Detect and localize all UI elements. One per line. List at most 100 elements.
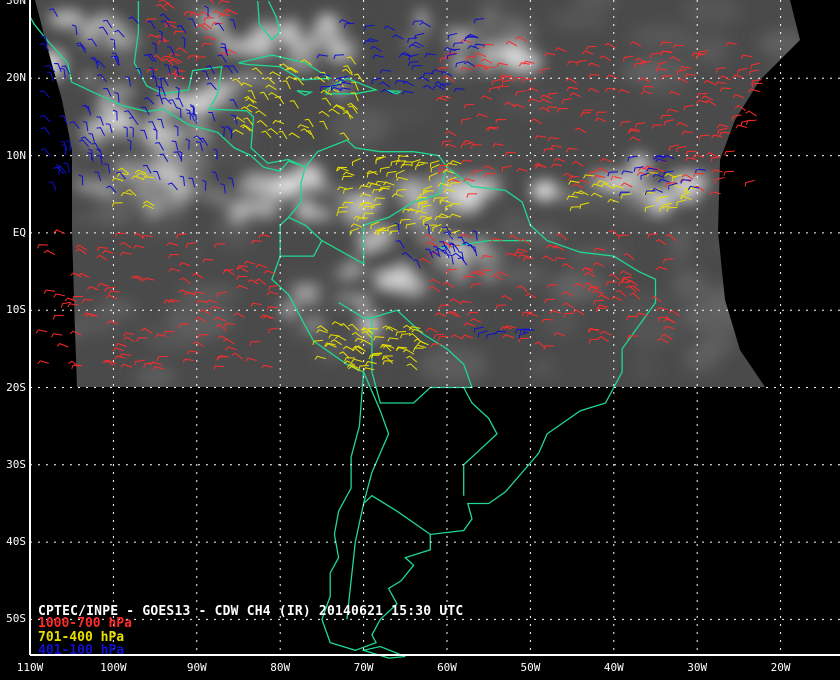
cloud bbox=[82, 72, 96, 85]
cloud bbox=[703, 284, 750, 314]
latitude-label: 50S bbox=[6, 612, 26, 626]
satellite-image bbox=[35, 0, 800, 387]
wind-barb bbox=[723, 170, 735, 176]
cloud bbox=[453, 129, 519, 162]
longitude-label: 70W bbox=[353, 661, 374, 674]
cloud bbox=[158, 140, 173, 163]
cloud bbox=[531, 360, 554, 377]
cloud bbox=[467, 14, 534, 49]
wind-barb bbox=[61, 301, 72, 308]
wind-barb bbox=[40, 127, 51, 136]
cloud bbox=[317, 14, 338, 26]
cloud bbox=[293, 34, 318, 53]
legend-low-level: 1000-700 hPa bbox=[38, 616, 132, 631]
cloud bbox=[107, 115, 132, 128]
latitude-label: 20N bbox=[6, 71, 26, 85]
cloud bbox=[503, 49, 542, 75]
cloud bbox=[103, 0, 153, 28]
wind-barb bbox=[745, 110, 757, 117]
wind-barb bbox=[724, 150, 735, 156]
latitude-label: 30S bbox=[6, 457, 26, 471]
coastline bbox=[463, 387, 498, 496]
latitude-label: 40S bbox=[6, 535, 26, 549]
wind-barb bbox=[37, 360, 49, 365]
cloud bbox=[415, 8, 428, 33]
cloud bbox=[331, 107, 390, 146]
cloud bbox=[357, 216, 378, 240]
cloud bbox=[542, 305, 579, 337]
cloud bbox=[671, 269, 708, 302]
longitude-label: 100W bbox=[100, 661, 127, 674]
cloud bbox=[35, 274, 61, 293]
satellite-wind-map bbox=[29, 0, 840, 659]
longitude-label: 60W bbox=[437, 661, 457, 674]
wind-barb bbox=[735, 124, 747, 129]
cloud bbox=[112, 138, 158, 172]
wind-barb bbox=[46, 71, 54, 82]
wind-barb bbox=[53, 293, 65, 298]
cloud bbox=[496, 211, 531, 249]
cloud bbox=[396, 120, 436, 155]
cloud bbox=[698, 32, 731, 67]
cloud bbox=[35, 118, 70, 145]
cloud bbox=[84, 316, 120, 336]
latitude-label: 10N bbox=[6, 148, 26, 162]
cloud bbox=[290, 288, 321, 299]
wind-barb bbox=[43, 289, 56, 294]
cloud bbox=[242, 163, 298, 182]
cloud bbox=[703, 162, 760, 189]
cloud bbox=[353, 248, 405, 273]
longitude-label: 90W bbox=[186, 661, 207, 674]
cloud bbox=[758, 29, 800, 58]
cloud bbox=[91, 24, 113, 53]
coastline bbox=[363, 494, 431, 535]
latitude-label: 10S bbox=[6, 303, 26, 317]
cloud bbox=[60, 140, 116, 162]
wind-barb bbox=[37, 244, 49, 249]
cloud bbox=[774, 69, 796, 88]
wind-barb bbox=[43, 249, 56, 256]
cloud bbox=[766, 218, 800, 253]
cloud bbox=[682, 342, 720, 373]
cloud bbox=[48, 9, 86, 28]
cloud bbox=[303, 184, 341, 194]
latitude-label: 20S bbox=[6, 380, 26, 394]
cloud bbox=[115, 175, 179, 208]
wind-barb bbox=[55, 163, 61, 176]
cloud bbox=[578, 109, 625, 135]
cloud bbox=[287, 304, 333, 324]
cloud bbox=[81, 118, 109, 137]
cloud bbox=[458, 194, 486, 208]
longitude-label: 50W bbox=[520, 661, 541, 674]
wind-barb bbox=[745, 119, 757, 125]
cloud bbox=[274, 179, 303, 194]
cloud bbox=[187, 177, 245, 214]
wind-barb bbox=[40, 114, 51, 123]
cloud bbox=[200, 133, 255, 166]
cloud bbox=[746, 288, 800, 327]
cloud bbox=[432, 22, 454, 56]
cloud bbox=[436, 254, 462, 292]
wind-barb bbox=[48, 181, 57, 191]
cloud bbox=[709, 239, 773, 256]
cloud bbox=[335, 266, 361, 281]
latitude-label: 30N bbox=[6, 0, 26, 7]
longitude-label: 20W bbox=[770, 661, 791, 674]
coastline bbox=[361, 645, 406, 659]
cloud bbox=[110, 59, 143, 74]
coastline bbox=[346, 371, 390, 620]
wind-barb bbox=[39, 90, 50, 98]
cloud bbox=[285, 272, 331, 285]
wind-barb bbox=[35, 329, 48, 334]
cloud bbox=[201, 229, 236, 268]
cloud bbox=[355, 320, 384, 329]
cloud bbox=[36, 326, 81, 340]
wind-barb bbox=[52, 314, 64, 320]
wind-barb bbox=[50, 333, 63, 338]
cloud bbox=[235, 35, 275, 58]
wind-barb bbox=[744, 179, 755, 187]
cloud bbox=[668, 250, 690, 267]
cloud bbox=[533, 179, 557, 202]
cloud bbox=[632, 350, 658, 383]
cloud bbox=[135, 364, 176, 387]
